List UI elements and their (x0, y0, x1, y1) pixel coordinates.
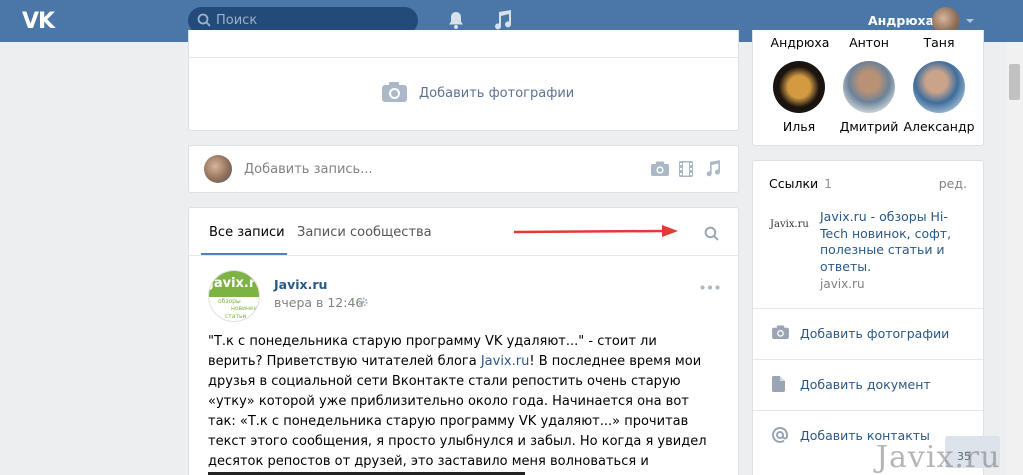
chevron-down-icon[interactable] (965, 18, 975, 24)
add-photos-button[interactable]: Добавить фотографии (419, 86, 574, 101)
username[interactable]: Андрюха (868, 13, 934, 28)
friend-name[interactable]: Таня (903, 35, 975, 50)
friend-avatar[interactable] (913, 61, 965, 113)
post-text: "Т.к с понедельника старую программу VK … (208, 332, 708, 475)
friend-avatar[interactable] (843, 61, 895, 113)
friend-name[interactable]: Антон (833, 35, 905, 50)
active-tab-underline (201, 253, 287, 255)
vk-logo[interactable]: VK (22, 9, 55, 34)
music-icon[interactable] (705, 160, 720, 177)
friend-name[interactable]: Александр (903, 119, 975, 134)
at-sign-icon (772, 427, 788, 443)
document-icon (772, 376, 785, 392)
links-title: Ссылки (769, 176, 819, 191)
avatar-small-text: обзоры (218, 298, 241, 305)
link-domain: javix.ru (820, 277, 865, 291)
photos-block: Добавить фотографии (188, 30, 739, 131)
music-icon[interactable] (493, 10, 511, 30)
tab-community-posts[interactable]: Записи сообщества (297, 225, 432, 240)
feed-tabs: Все записи Записи сообщества (189, 208, 738, 256)
avatar (204, 155, 232, 183)
search-icon (197, 13, 211, 27)
red-arrow-annotation (514, 225, 678, 237)
link-logo[interactable]: Javix.ru (770, 219, 809, 230)
friend-name[interactable]: Дмитрий (833, 119, 905, 134)
bell-icon[interactable] (447, 11, 465, 30)
links-header[interactable]: Ссылки 1 (769, 176, 832, 191)
avatar-small-text: статьи (225, 313, 247, 320)
links-count: 1 (824, 176, 833, 191)
camera-icon (382, 82, 407, 102)
post-text-part: ! В последнее время мои друзья в социаль… (208, 354, 707, 475)
add-photos-row[interactable]: Добавить фотографии (753, 308, 983, 359)
avatar-small-text: новинки (231, 305, 258, 312)
avatar-logo-text: Javix.ru (209, 271, 259, 297)
scrollbar-thumb[interactable] (1009, 64, 1020, 100)
link-title[interactable]: Javix.ru - обзоры Hi-Tech новинок, софт,… (820, 209, 970, 275)
links-block: Ссылки 1 ред. Javix.ru Javix.ru - обзоры … (752, 160, 984, 475)
video-icon[interactable] (679, 161, 693, 177)
divider (189, 57, 738, 58)
friend-name[interactable]: Илья (763, 119, 835, 134)
wall-feed: Все записи Записи сообщества Javix.ru об… (188, 207, 739, 475)
post-link[interactable]: Javix.ru (481, 354, 530, 369)
post-time[interactable]: вчера в 12:46 (274, 295, 363, 310)
watermark: Javix.ru (876, 440, 1001, 475)
tab-all-posts[interactable]: Все записи (209, 225, 285, 240)
camera-icon (772, 325, 789, 339)
search-placeholder: Поиск (216, 13, 258, 28)
post-author[interactable]: Javix.ru (274, 277, 327, 292)
search-icon[interactable] (704, 226, 719, 241)
friend-avatar[interactable] (773, 61, 825, 113)
camera-icon[interactable] (651, 161, 669, 176)
add-document-row[interactable]: Добавить документ (753, 359, 983, 410)
add-photos-link[interactable]: Добавить фотографии (800, 326, 949, 341)
friend-name[interactable]: Андрюха (764, 35, 836, 50)
add-document-link[interactable]: Добавить документ (800, 377, 931, 392)
edit-links-button[interactable]: ред. (939, 176, 967, 191)
gear-icon (358, 297, 368, 307)
friends-block: Андрюха Антон Таня Илья Дмитрий Александ… (752, 30, 984, 146)
composer-placeholder[interactable]: Добавить запись... (244, 162, 373, 177)
scrollbar[interactable] (1006, 42, 1023, 475)
post-author-avatar[interactable]: Javix.ru обзоры новинки статьи (208, 270, 260, 322)
more-options-icon[interactable] (700, 285, 720, 290)
post-composer[interactable]: Добавить запись... (188, 145, 739, 193)
